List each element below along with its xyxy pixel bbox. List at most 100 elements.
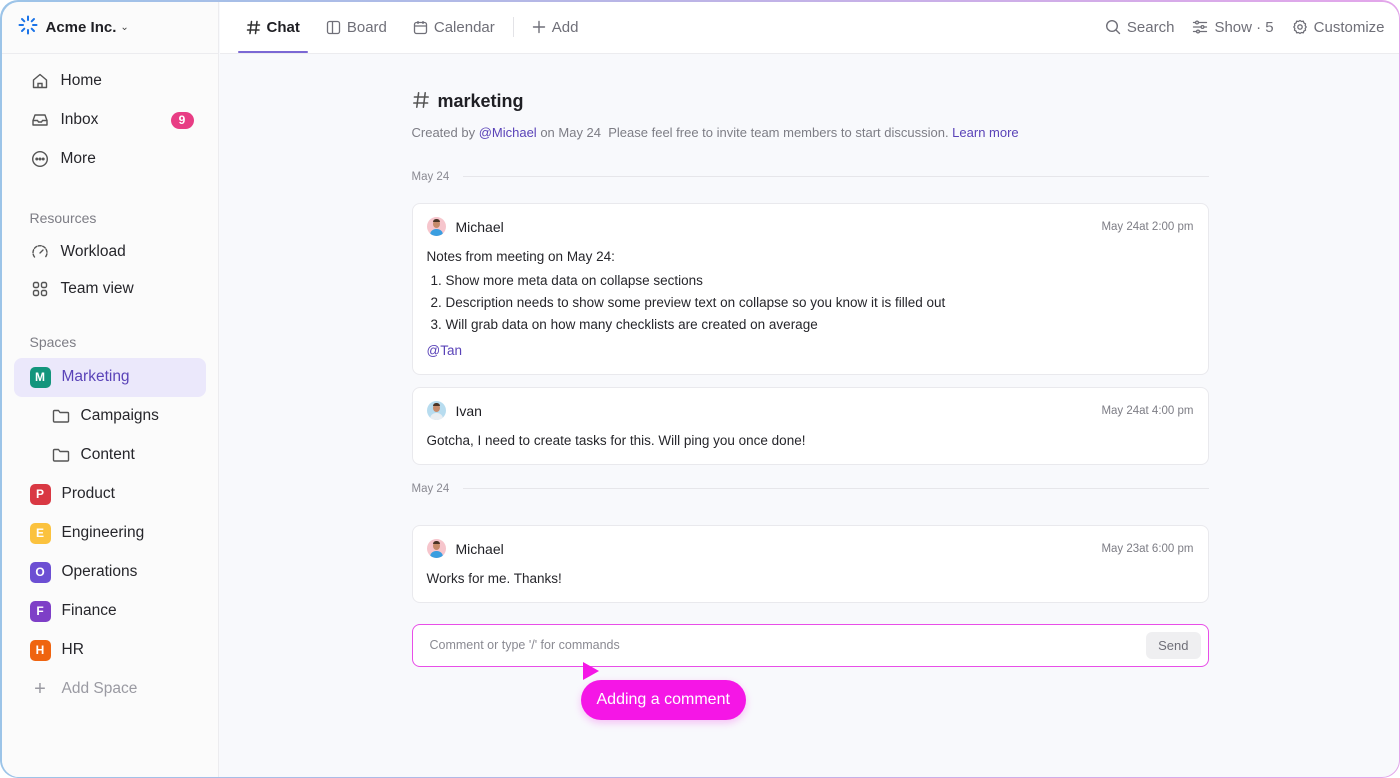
send-button[interactable]: Send bbox=[1146, 631, 1201, 659]
channel-title: marketing bbox=[412, 89, 524, 115]
space-avatar: F bbox=[29, 600, 51, 622]
message-text: Works for me. Thanks! bbox=[426, 570, 562, 586]
add-view-button[interactable]: Add bbox=[524, 2, 587, 54]
date-divider-label: May 24 bbox=[411, 482, 450, 495]
gauge-icon bbox=[30, 242, 50, 262]
space-label: HR bbox=[61, 641, 84, 658]
folder-icon bbox=[52, 447, 70, 463]
tooltip-callout: Adding a comment bbox=[580, 679, 746, 720]
divider-line bbox=[463, 176, 1209, 177]
space-product[interactable]: P Product bbox=[14, 475, 206, 514]
board-icon bbox=[326, 20, 341, 35]
user-mention-link[interactable]: @Tan bbox=[427, 340, 1194, 362]
search-button[interactable]: Search bbox=[1105, 19, 1174, 36]
avatar[interactable] bbox=[426, 401, 446, 420]
top-actions: Search Show · 5 Customize bbox=[1087, 19, 1399, 36]
chat-main: marketing Created by @Michael on May 24 … bbox=[220, 55, 1399, 777]
message-list-item: 1. Show more meta data on collapse secti… bbox=[430, 272, 703, 288]
sidebar-item-label: Inbox bbox=[60, 111, 99, 128]
message-card: Ivan May 24at 4:00 pm Gotcha, I need to … bbox=[411, 386, 1209, 465]
date-divider: May 24 bbox=[412, 171, 1209, 183]
message-text: Gotcha, I need to create tasks for this.… bbox=[426, 432, 806, 448]
add-view-label: Add bbox=[551, 18, 579, 36]
message-time: May 24at 2:00 pm bbox=[1101, 220, 1194, 233]
spaces-list: M Marketing Campaigns Content P Product bbox=[2, 357, 218, 709]
message-list: 1. Show more meta data on collapse secti… bbox=[427, 270, 1194, 336]
workspace-name: Acme Inc. bbox=[45, 18, 117, 36]
creator-mention-link[interactable]: @Michael bbox=[479, 125, 537, 140]
home-icon bbox=[30, 71, 50, 91]
tab-separator bbox=[512, 17, 514, 37]
sidebar-item-team-view[interactable]: Team view bbox=[14, 271, 206, 308]
message-time: May 24at 4:00 pm bbox=[1101, 404, 1194, 417]
message-author[interactable]: Ivan bbox=[456, 403, 482, 419]
resources-nav: Workload Team view bbox=[2, 234, 218, 316]
learn-more-link[interactable]: Learn more bbox=[952, 125, 1018, 140]
plus-icon bbox=[532, 20, 546, 34]
desc-text: on May 24 Please feel free to invite tea… bbox=[536, 124, 953, 140]
date-divider: May 24 bbox=[412, 483, 1209, 495]
workspace-switcher[interactable]: Acme Inc. ⌄ bbox=[1, 2, 218, 54]
tab-board[interactable]: Board bbox=[318, 2, 395, 54]
space-label: Engineering bbox=[61, 524, 145, 541]
space-hr[interactable]: H HR bbox=[14, 631, 206, 670]
view-tabs-bar: Chat Board Calendar Add Search Show · 5 … bbox=[219, 1, 1399, 54]
message-author[interactable]: Michael bbox=[456, 541, 504, 557]
message-header: Michael May 24at 2:00 pm bbox=[426, 216, 1194, 238]
inbox-icon bbox=[30, 110, 50, 130]
space-operations[interactable]: O Operations bbox=[14, 553, 206, 592]
message-list-item: 3. Will grab data on how many checklists… bbox=[430, 316, 818, 332]
main-nav: Home Inbox 9 More bbox=[2, 54, 218, 187]
callout-pointer-icon bbox=[582, 661, 599, 680]
folder-campaigns[interactable]: Campaigns bbox=[2, 397, 218, 436]
message-card: Michael May 23at 6:00 pm Works for me. T… bbox=[411, 524, 1209, 603]
avatar[interactable] bbox=[426, 539, 446, 558]
folder-content[interactable]: Content bbox=[2, 436, 218, 475]
more-icon bbox=[30, 149, 50, 169]
app-frame: Acme Inc. ⌄ Home Inbox 9 More Resources … bbox=[0, 0, 1400, 778]
space-engineering[interactable]: E Engineering bbox=[14, 514, 206, 553]
sidebar-item-label: Team view bbox=[60, 280, 134, 297]
tab-calendar[interactable]: Calendar bbox=[405, 2, 503, 54]
add-space-label: Add Space bbox=[61, 680, 138, 697]
avatar[interactable] bbox=[426, 217, 446, 236]
space-label: Product bbox=[61, 485, 115, 502]
sidebar-item-home[interactable]: Home bbox=[14, 62, 206, 101]
folder-label: Campaigns bbox=[80, 407, 159, 424]
tab-chat[interactable]: Chat bbox=[237, 2, 309, 53]
message-header: Michael May 23at 6:00 pm bbox=[426, 538, 1194, 560]
tab-label: Board bbox=[346, 18, 387, 36]
sidebar-item-workload[interactable]: Workload bbox=[14, 234, 206, 271]
space-label: Marketing bbox=[61, 368, 130, 385]
sidebar-item-more[interactable]: More bbox=[14, 140, 206, 179]
sidebar-item-label: Home bbox=[60, 72, 102, 89]
customize-button[interactable]: Customize bbox=[1292, 19, 1385, 36]
add-space-button[interactable]: + Add Space bbox=[14, 670, 206, 709]
show-button[interactable]: Show · 5 bbox=[1192, 18, 1274, 36]
message-author[interactable]: Michael bbox=[456, 219, 504, 235]
space-avatar: O bbox=[29, 561, 51, 583]
tab-label: Chat bbox=[266, 18, 300, 36]
message-card: Michael May 24at 2:00 pm Notes from meet… bbox=[411, 202, 1209, 375]
message-header: Ivan May 24at 4:00 pm bbox=[426, 400, 1194, 422]
channel-description: Created by @Michael on May 24 Please fee… bbox=[412, 125, 1019, 140]
show-label: Show · 5 bbox=[1214, 18, 1274, 36]
comment-input[interactable] bbox=[429, 638, 1147, 652]
inbox-count-badge: 9 bbox=[170, 111, 194, 129]
space-label: Finance bbox=[61, 602, 117, 619]
space-marketing[interactable]: M Marketing bbox=[13, 357, 206, 397]
spaces-heading: Spaces bbox=[29, 333, 77, 350]
tab-label: Calendar bbox=[433, 18, 495, 36]
space-avatar: E bbox=[29, 522, 51, 544]
space-avatar: P bbox=[29, 483, 51, 505]
space-finance[interactable]: F Finance bbox=[14, 592, 206, 631]
comment-composer: Send bbox=[411, 623, 1209, 667]
folder-label: Content bbox=[80, 446, 135, 463]
message-time: May 23at 6:00 pm bbox=[1101, 542, 1194, 555]
customize-label: Customize bbox=[1313, 18, 1385, 36]
chevron-down-icon: ⌄ bbox=[120, 21, 129, 33]
sidebar-item-inbox[interactable]: Inbox 9 bbox=[14, 101, 206, 140]
resources-heading: Resources bbox=[29, 209, 97, 226]
calendar-icon bbox=[413, 20, 428, 35]
desc-text: Created by bbox=[411, 124, 479, 140]
